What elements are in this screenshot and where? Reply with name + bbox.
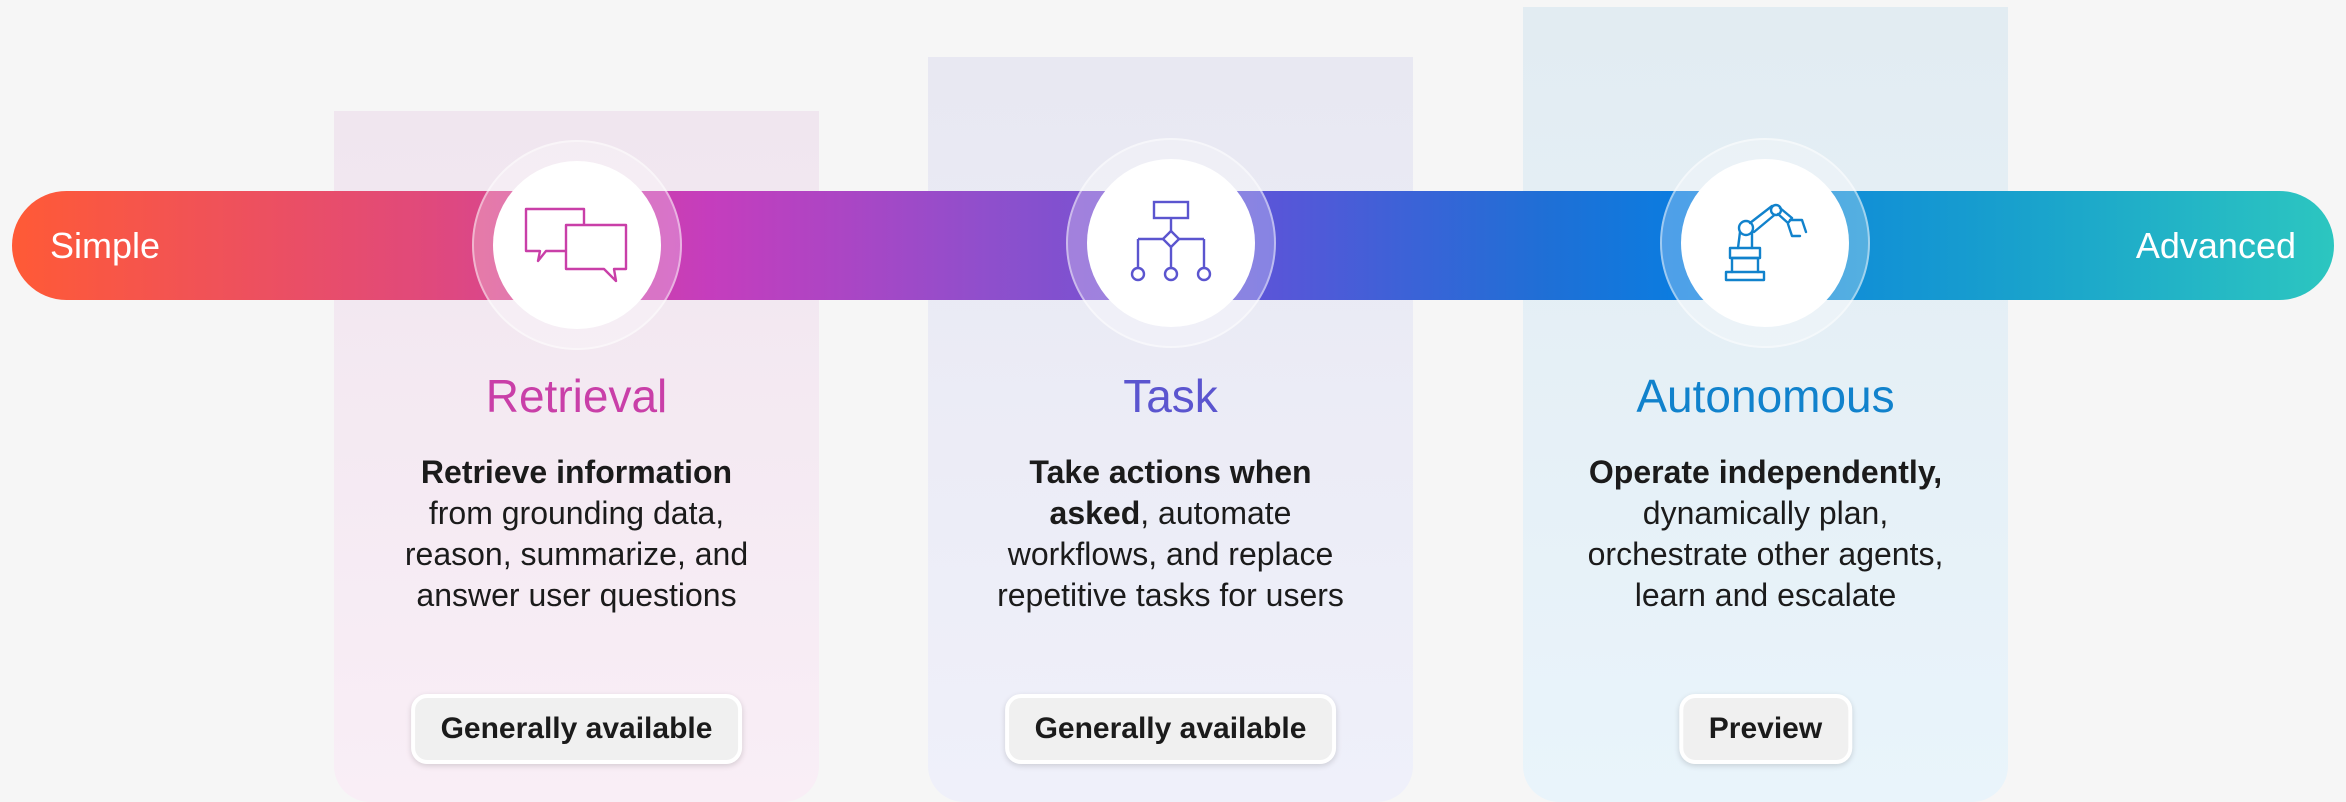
task-icon-halo <box>1066 138 1276 348</box>
card-description-rest: from grounding data, reason, summarize, … <box>404 495 749 613</box>
retrieval-icon-circle <box>493 161 661 329</box>
card-description: Take actions when asked, automate workfl… <box>928 452 1413 616</box>
card-title: Task <box>1123 370 1218 422</box>
spectrum-start-label: Simple <box>50 225 161 266</box>
robot-arm-icon <box>1724 203 1808 282</box>
card-description: Retrieve information from grounding data… <box>334 452 819 616</box>
card-description: Operate independently, dynamically plan,… <box>1523 452 2008 616</box>
retrieval-icon-halo <box>472 140 682 350</box>
autonomous-icon-circle <box>1681 159 1849 327</box>
workflow-diagram-icon <box>1130 200 1212 282</box>
spectrum-end-label: Advanced <box>2135 225 2296 266</box>
card-title: Retrieval <box>485 370 668 422</box>
status-badge: Generally available <box>410 694 743 764</box>
card-description-rest: dynamically plan, orchestrate other agen… <box>1587 495 1944 613</box>
chat-bubbles-icon <box>524 207 628 283</box>
card-autonomous: Autonomous Operate independently, dynami… <box>1523 7 2008 802</box>
task-icon-circle <box>1087 159 1255 327</box>
status-badge: Generally available <box>1004 694 1337 764</box>
card-description-bold: Retrieve information <box>420 454 733 490</box>
autonomous-icon-halo <box>1660 138 1870 348</box>
card-title: Autonomous <box>1636 370 1895 422</box>
card-description-bold: Operate independently, <box>1588 454 1943 490</box>
status-badge: Preview <box>1678 694 1853 764</box>
